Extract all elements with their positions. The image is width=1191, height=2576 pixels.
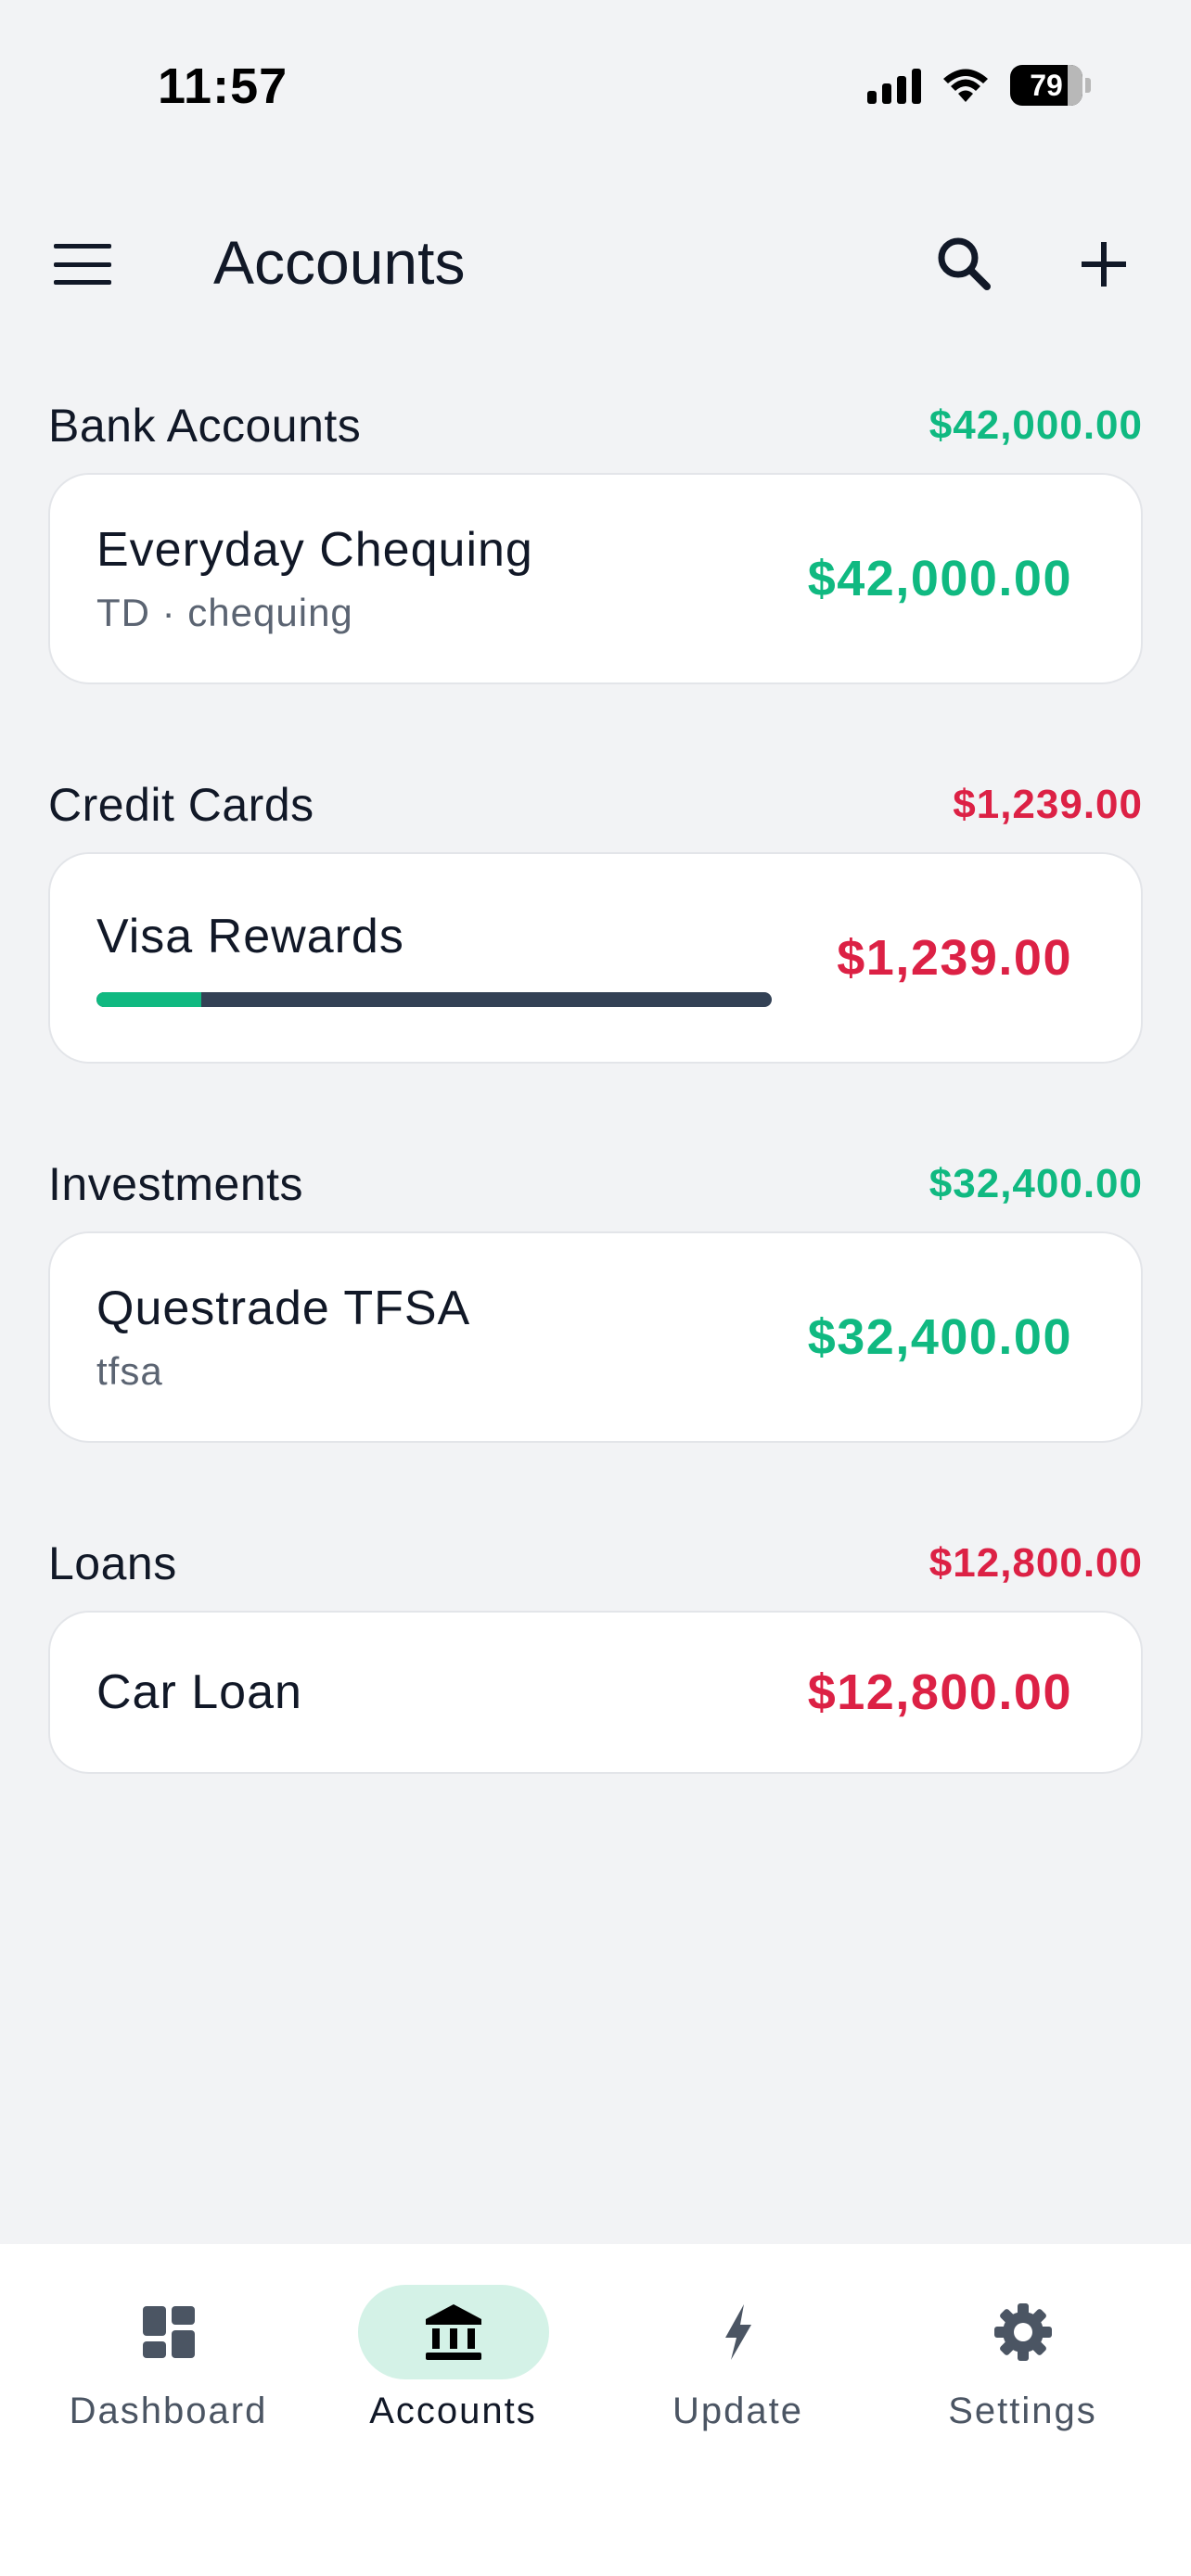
wifi-icon [943,69,988,102]
status-bar: 11:57 79 [0,0,1191,176]
account-subtitle: TD · chequing [96,591,353,634]
account-balance: $1,239.00 [837,930,1072,986]
bank-icon [425,2304,481,2360]
nav-item-dashboard[interactable]: Dashboard [48,2285,289,2576]
account-info: Everyday Chequing TD · chequing [96,522,533,635]
section-total: $1,239.00 [953,782,1143,827]
credit-utilization-bar [96,992,772,1007]
app-header: Accounts [0,199,1191,320]
account-balance: $32,400.00 [807,1309,1072,1365]
section-header: Loans $12,800.00 [48,1531,1143,1596]
nav-icon-container [928,2285,1119,2379]
dashboard-icon [142,2306,195,2358]
section-header: Investments $32,400.00 [48,1152,1143,1217]
credit-utilization-fill [96,992,201,1007]
account-name: Car Loan [96,1665,302,1719]
nav-item-settings[interactable]: Settings [903,2285,1144,2576]
nav-label: Accounts [369,2391,537,2431]
section-bank-accounts: Bank Accounts $42,000.00 Everyday Chequi… [48,393,1143,684]
nav-item-update[interactable]: Update [618,2285,859,2576]
nav-item-accounts[interactable]: Accounts [333,2285,574,2576]
search-button[interactable] [928,227,1002,301]
battery-level: 79 [1030,68,1063,102]
bolt-icon [724,2304,751,2360]
nav-label: Dashboard [69,2391,268,2431]
section-title: Credit Cards [48,779,314,831]
section-total: $32,400.00 [928,1161,1143,1206]
account-balance: $42,000.00 [807,551,1072,606]
section-header: Credit Cards $1,239.00 [48,772,1143,837]
account-name: Visa Rewards [96,910,404,963]
plus-icon [1082,242,1126,287]
section-total: $12,800.00 [928,1540,1143,1586]
page-title: Accounts [213,228,466,297]
account-name: Questrade TFSA [96,1282,471,1335]
section-title: Bank Accounts [48,400,362,452]
account-card-questrade-tfsa[interactable]: Questrade TFSA tfsa $32,400.00 [48,1231,1143,1443]
cellular-signal-icon [867,67,921,104]
nav-icon-container [357,2285,549,2379]
section-title: Investments [48,1158,304,1210]
section-total: $42,000.00 [928,402,1143,448]
menu-icon-line [54,280,111,285]
battery-icon: 79 [1010,65,1091,106]
status-icons: 79 [867,65,1091,106]
bottom-nav: Dashboard Accounts Update Settings [0,2244,1191,2576]
menu-icon-line [54,244,111,249]
account-subtitle: tfsa [96,1349,163,1393]
section-title: Loans [48,1537,177,1589]
nav-label: Settings [948,2391,1097,2431]
account-info: Questrade TFSA tfsa [96,1281,470,1394]
status-time: 11:57 [158,58,288,114]
account-balance: $12,800.00 [807,1664,1072,1720]
account-card-visa-rewards[interactable]: Visa Rewards $1,239.00 [48,852,1143,1064]
section-credit-cards: Credit Cards $1,239.00 Visa Rewards $1,2… [48,772,1143,1064]
nav-label: Update [672,2391,803,2431]
add-account-button[interactable] [1067,227,1141,301]
gear-icon [993,2303,1052,2361]
account-info: Car Loan [96,1664,302,1720]
account-name: Everyday Chequing [96,523,533,577]
menu-icon-line [54,261,111,267]
account-card-car-loan[interactable]: Car Loan $12,800.00 [48,1611,1143,1774]
menu-button[interactable] [50,236,115,292]
search-icon [938,237,991,290]
nav-icon-container [73,2285,264,2379]
account-info: Visa Rewards [96,909,772,1007]
section-header: Bank Accounts $42,000.00 [48,393,1143,458]
nav-icon-container [643,2285,834,2379]
account-card-everyday-chequing[interactable]: Everyday Chequing TD · chequing $42,000.… [48,473,1143,684]
section-loans: Loans $12,800.00 Car Loan $12,800.00 [48,1531,1143,1774]
section-investments: Investments $32,400.00 Questrade TFSA tf… [48,1152,1143,1443]
